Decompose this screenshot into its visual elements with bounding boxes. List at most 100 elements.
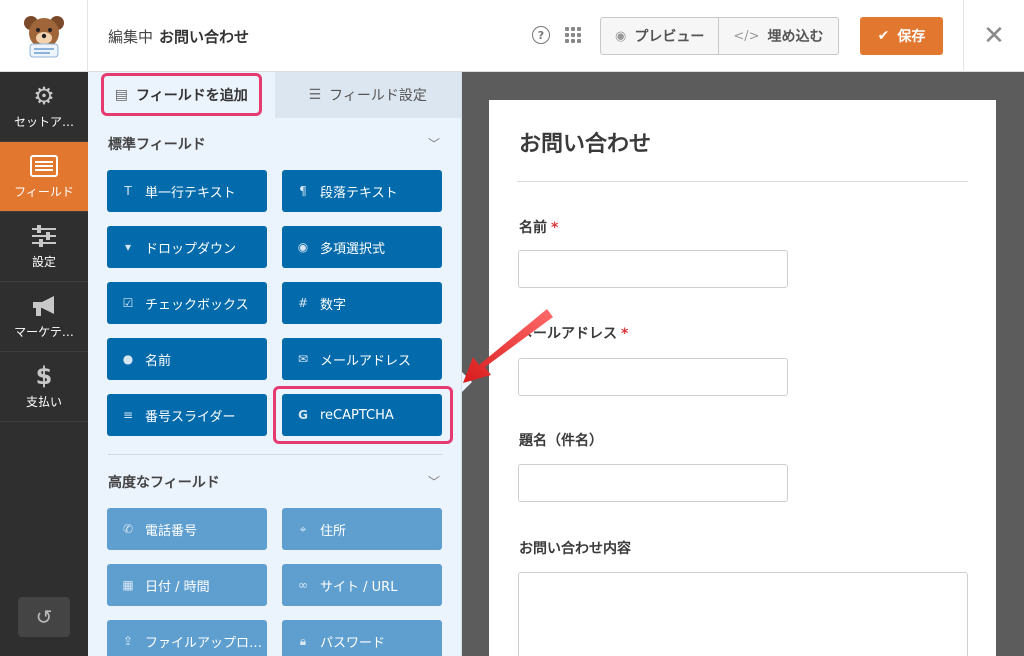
tab-label: フィールド設定 — [329, 88, 427, 104]
revision-history-button[interactable]: ↺ — [18, 597, 70, 637]
fields-panel: ▤ フィールドを追加 ☰ フィールド設定 標準フィールド ﹀ T 単一行テキスト … — [88, 72, 462, 656]
editing-title: 編集中 お問い合わせ — [108, 0, 249, 72]
advanced-fields-heading[interactable]: 高度なフィールド — [108, 472, 220, 492]
field-file-upload[interactable]: ⇪ ファイルアップロ… — [107, 620, 267, 656]
nav-item-marketing[interactable]: マーケテ… — [0, 282, 88, 352]
field-dropdown[interactable]: ▾ ドロップダウン — [107, 226, 267, 268]
form-title-divider — [517, 181, 968, 182]
grid-menu-icon[interactable] — [565, 27, 581, 43]
checkbox-icon: ☑ — [122, 296, 134, 310]
tab-field-options[interactable]: ☰ フィールド設定 — [274, 72, 461, 118]
form-field-label[interactable]: 名前 * — [519, 217, 558, 237]
field-label: 名前 — [145, 353, 172, 369]
field-label: パスワード — [320, 635, 386, 651]
email-input[interactable] — [518, 358, 788, 396]
required-marker: * — [621, 326, 629, 342]
dollar-icon: $ — [35, 362, 53, 390]
sliders-small-icon: ☰ — [308, 87, 322, 103]
nav-item-label: 設定 — [31, 255, 56, 269]
field-label: ファイルアップロ… — [145, 635, 263, 651]
form-preview: お問い合わせ 名前 * メールアドレス * 題名（件名） お問い合わせ内容 — [489, 100, 996, 656]
lock-icon: 🔒︎ — [299, 633, 307, 648]
field-paragraph-text[interactable]: ¶ 段落テキスト — [282, 170, 442, 212]
field-label: 電話番号 — [145, 523, 198, 539]
embed-label: 埋め込む — [767, 29, 824, 45]
field-label: 日付 / 時間 — [145, 579, 210, 595]
nav-item-label: マーケテ… — [14, 325, 74, 339]
subject-input[interactable] — [518, 464, 788, 502]
form-name: お問い合わせ — [159, 27, 250, 46]
nav-item-settings[interactable]: 設定 — [0, 212, 88, 282]
field-address[interactable]: ⌖ 住所 — [282, 508, 442, 550]
preview-label: プレビュー — [634, 29, 705, 45]
field-label: 住所 — [320, 523, 347, 539]
close-icon: ✕ — [983, 21, 1005, 51]
radio-icon: ◉ — [297, 240, 309, 254]
nav-item-setup[interactable]: ⚙ セットア… — [0, 72, 88, 142]
nav-item-fields[interactable]: フィールド — [0, 142, 88, 212]
field-name[interactable]: ● 名前 — [107, 338, 267, 380]
name-input[interactable] — [518, 250, 788, 288]
left-nav: ⚙ セットア… フィールド 設定 マーケテ… $ 支払い ↺ — [0, 72, 88, 656]
field-single-line-text[interactable]: T 単一行テキスト — [107, 170, 267, 212]
field-label: 数字 — [320, 297, 347, 313]
highlight-recaptcha-field — [273, 386, 453, 444]
field-date-time[interactable]: ▦ 日付 / 時間 — [107, 564, 267, 606]
field-label: 単一行テキスト — [145, 185, 236, 201]
field-label: メールアドレス — [320, 353, 412, 369]
field-website-url[interactable]: ∞ サイト / URL — [282, 564, 442, 606]
field-label: チェックボックス — [145, 297, 249, 313]
field-label: ドロップダウン — [145, 241, 237, 257]
slider-icon: ≡ — [122, 408, 134, 422]
subject-label: 題名（件名） — [519, 433, 603, 449]
field-checkboxes[interactable]: ☑ チェックボックス — [107, 282, 267, 324]
form-title[interactable]: お問い合わせ — [519, 126, 651, 158]
section-divider — [108, 454, 442, 455]
embed-button[interactable]: </> 埋め込む — [718, 18, 837, 54]
form-field-label[interactable]: お問い合わせ内容 — [519, 538, 631, 558]
nav-item-label: 支払い — [25, 395, 62, 409]
field-label: サイト / URL — [320, 579, 398, 595]
message-label: お問い合わせ内容 — [519, 541, 631, 557]
help-icon[interactable]: ? — [532, 26, 550, 44]
preview-button[interactable]: ◉ プレビュー — [601, 18, 718, 54]
editing-label: 編集中 — [108, 27, 154, 46]
close-button[interactable]: ✕ — [963, 0, 1024, 72]
nav-item-label: セットア… — [13, 115, 74, 129]
field-label: 段落テキスト — [320, 185, 398, 201]
code-icon: </> — [733, 28, 760, 44]
name-label: 名前 — [519, 220, 547, 236]
field-label: 番号スライダー — [145, 409, 236, 425]
field-label: 多項選択式 — [320, 241, 386, 257]
user-icon: ● — [122, 352, 134, 366]
field-email[interactable]: ✉ メールアドレス — [282, 338, 442, 380]
logo — [0, 0, 88, 72]
message-textarea[interactable] — [518, 572, 968, 656]
phone-icon: ✆ — [122, 522, 134, 536]
gear-icon: ⚙ — [33, 82, 55, 110]
chevron-down-icon[interactable]: ﹀ — [428, 135, 440, 152]
megaphone-icon — [30, 293, 58, 319]
required-marker: * — [551, 220, 559, 236]
hash-icon: # — [297, 296, 309, 310]
nav-item-payments[interactable]: $ 支払い — [0, 352, 88, 422]
dropdown-icon: ▾ — [124, 240, 132, 254]
field-numbers[interactable]: # 数字 — [282, 282, 442, 324]
field-number-slider[interactable]: ≡ 番号スライダー — [107, 394, 267, 436]
history-icon: ↺ — [35, 605, 53, 629]
field-phone[interactable]: ✆ 電話番号 — [107, 508, 267, 550]
top-bar: 編集中 お問い合わせ ? ◉ プレビュー </> 埋め込む ✔ 保存 ✕ — [0, 0, 1024, 72]
sliders-icon — [31, 223, 57, 249]
form-field-label[interactable]: 題名（件名） — [519, 430, 603, 450]
paragraph-icon: ¶ — [299, 184, 307, 198]
standard-fields-heading[interactable]: 標準フィールド — [108, 134, 206, 154]
red-arrow-icon — [463, 309, 553, 383]
field-password[interactable]: 🔒︎ パスワード — [282, 620, 442, 656]
calendar-icon: ▦ — [122, 578, 134, 592]
link-icon: ∞ — [298, 578, 308, 592]
save-button[interactable]: ✔ 保存 — [860, 17, 943, 55]
field-multiple-choice[interactable]: ◉ 多項選択式 — [282, 226, 442, 268]
highlight-add-fields-tab — [101, 73, 262, 116]
chevron-down-icon[interactable]: ﹀ — [428, 473, 440, 490]
save-label: 保存 — [897, 29, 926, 45]
